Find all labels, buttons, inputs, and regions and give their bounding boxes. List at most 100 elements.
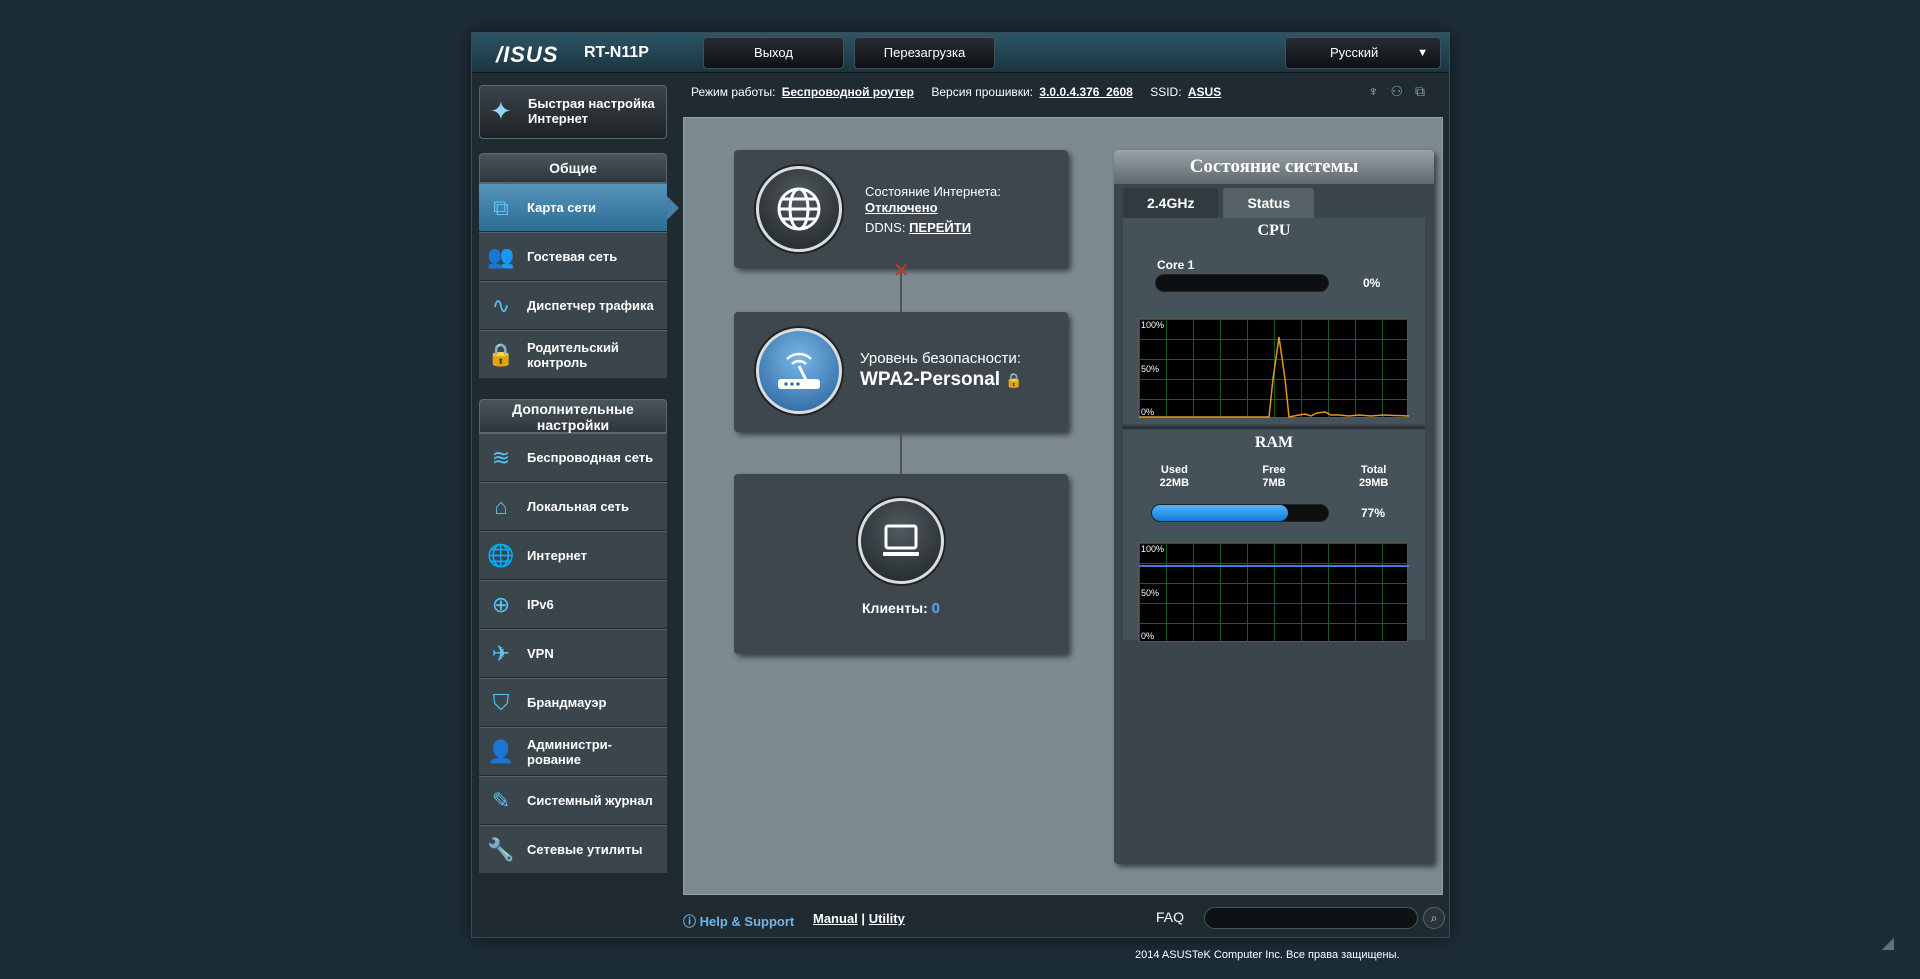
ipv6-icon: ⊕ bbox=[491, 592, 511, 617]
language-select[interactable]: Русский ▼ bbox=[1285, 37, 1441, 69]
sidebar-item-guest-network[interactable]: 👥 Гостевая сеть bbox=[479, 232, 667, 281]
network-map-icon: ⧉ bbox=[493, 195, 509, 220]
tab-2-4ghz[interactable]: 2.4GHz bbox=[1123, 188, 1219, 218]
network-tools-icon: 🔧 bbox=[487, 837, 515, 862]
computer-icon bbox=[883, 524, 919, 556]
help-support-label: Help & Support bbox=[699, 914, 795, 929]
sidebar-item-label: Системный журнал bbox=[527, 793, 653, 808]
sidebar-item-label: Гостевая сеть bbox=[527, 249, 618, 264]
clients-icon[interactable]: ⚇ bbox=[1390, 83, 1403, 100]
faq-label: FAQ bbox=[1156, 909, 1185, 925]
footer-links: Manual | Utility bbox=[813, 911, 905, 926]
internet-card[interactable]: Состояние Интернета: Отключено DDNS: ПЕР… bbox=[734, 150, 1068, 268]
core-percent: 0% bbox=[1363, 276, 1381, 290]
sidebar-item-network-map[interactable]: ⧉ Карта сети bbox=[479, 183, 679, 232]
sidebar-item-label: Администри-рование bbox=[527, 736, 612, 767]
system-status-panel: Состояние системы 2.4GHz Status CPU Core… bbox=[1114, 150, 1434, 864]
cpu-section: CPU Core 1 0% 100% 50% 0% bbox=[1123, 218, 1425, 424]
sidebar-item-globe[interactable]: 🌐 Интернет bbox=[479, 531, 667, 580]
sidebar-item-home-lan[interactable]: ⌂ Локальная сеть bbox=[479, 482, 667, 531]
globe-circle[interactable] bbox=[756, 166, 842, 252]
clients-circle[interactable] bbox=[858, 498, 944, 584]
logout-button[interactable]: Выход bbox=[703, 37, 844, 69]
sidebar-item-ipv6[interactable]: ⊕ IPv6 bbox=[479, 580, 667, 629]
faq-search-input[interactable] bbox=[1204, 907, 1418, 929]
usb-icon[interactable]: ♆ bbox=[1368, 83, 1379, 100]
cpu-graph: 100% 50% 0% bbox=[1138, 318, 1409, 418]
internet-status-link[interactable]: Отключено bbox=[865, 200, 938, 215]
firmware-link[interactable]: 3.0.0.4.376_2608 bbox=[1039, 85, 1132, 99]
clients-info: Клиенты: 0 bbox=[734, 600, 1068, 617]
search-icon[interactable]: ⌕ bbox=[1423, 907, 1445, 929]
router-circle[interactable] bbox=[756, 328, 842, 414]
tab-status[interactable]: Status bbox=[1223, 188, 1315, 218]
internet-info: Состояние Интернета: Отключено DDNS: ПЕР… bbox=[865, 184, 1001, 236]
vpn-icon: ✈ bbox=[491, 641, 511, 666]
free-label: Free bbox=[1262, 464, 1286, 476]
status-tabs: 2.4GHz Status bbox=[1123, 188, 1315, 218]
used-label: Used bbox=[1160, 464, 1188, 476]
general-menu: ⧉ Карта сети 👥 Гостевая сеть ∿ Диспетчер траф… bbox=[479, 183, 679, 379]
guest-network-icon: 👥 bbox=[487, 244, 515, 269]
sidebar-item-parental-lock[interactable]: 🔒 Родительский контроль bbox=[479, 330, 667, 379]
help-question-icon: ⓘ bbox=[683, 914, 697, 929]
cpu-title: CPU bbox=[1257, 222, 1291, 239]
sidebar-item-label: Локальная сеть bbox=[527, 499, 629, 514]
quick-setup-button[interactable]: ✦ Быстрая настройка Интернет bbox=[479, 85, 667, 139]
parental-lock-icon: 🔒 bbox=[487, 342, 515, 367]
reboot-button[interactable]: Перезагрузка bbox=[854, 37, 995, 69]
asus-logo: /ISUS bbox=[496, 42, 559, 67]
ram-bar bbox=[1151, 504, 1329, 522]
router-card[interactable]: Уровень безопасности: WPA2-Personal 🔒 bbox=[734, 312, 1068, 432]
clients-card[interactable]: Клиенты: 0 bbox=[734, 474, 1068, 654]
router-icon bbox=[778, 352, 820, 389]
sidebar-item-wireless[interactable]: ≋ Беспроводная сеть bbox=[479, 433, 667, 482]
sidebar-item-system-log[interactable]: ✎ Системный журнал bbox=[479, 776, 667, 825]
sidebar-item-admin-user[interactable]: 👤 Администри-рование bbox=[479, 727, 667, 776]
ram-title: RAM bbox=[1254, 434, 1294, 451]
sidebar-item-traffic-manager[interactable]: ∿ Диспетчер трафика bbox=[479, 281, 667, 330]
mode-link[interactable]: Беспроводной роутер bbox=[782, 85, 914, 99]
manual-link[interactable]: Manual bbox=[813, 911, 858, 926]
total-value: 29MB bbox=[1358, 477, 1389, 489]
chevron-down-icon: ▼ bbox=[1417, 47, 1428, 59]
firmware-label: Версия прошивки: bbox=[931, 85, 1034, 99]
language-value: Русский bbox=[1330, 45, 1379, 60]
sidebar-item-network-tools[interactable]: 🔧 Сетевые утилиты bbox=[479, 825, 667, 874]
sidebar-item-vpn[interactable]: ✈ VPN bbox=[479, 629, 667, 678]
firewall-shield-icon: ⛉ bbox=[492, 690, 510, 715]
general-section-header: Общие bbox=[479, 153, 667, 183]
sidebar-item-label: Карта сети bbox=[527, 200, 596, 215]
sidebar-item-firewall-shield[interactable]: ⛉ Брандмауэр bbox=[479, 678, 667, 727]
sidebar-item-label: Родительский контроль bbox=[527, 339, 619, 370]
security-info: Уровень безопасности: WPA2-Personal 🔒 bbox=[860, 350, 1023, 391]
top-bar: /ISUS RT-N11P Выход Перезагрузка Русский… bbox=[472, 33, 1449, 73]
total-label: Total bbox=[1360, 464, 1387, 476]
wireless-icon: ≋ bbox=[491, 445, 511, 470]
ram-stats: Used 22MB Free 7MB Total 29MB bbox=[1123, 464, 1425, 490]
system-log-icon: ✎ bbox=[491, 788, 511, 813]
clients-count[interactable]: 0 bbox=[932, 600, 940, 617]
advanced-menu: ≋ Беспроводная сеть ⌂ Локальная сеть 🌐 Интерн… bbox=[479, 433, 667, 874]
sidebar-item-label: Беспроводная сеть bbox=[527, 450, 654, 465]
windows-icon[interactable]: ⧉ bbox=[1415, 83, 1425, 100]
ddns-label: DDNS: bbox=[865, 220, 906, 235]
help-support-link[interactable]: ⓘ Help & Support bbox=[683, 911, 794, 930]
cpu-bar bbox=[1155, 274, 1329, 292]
magic-wand-icon: ✦ bbox=[490, 96, 512, 126]
ram-section: RAM Used 22MB Free 7MB Total 29MB 77% 100% … bbox=[1123, 430, 1425, 642]
connector-line bbox=[900, 432, 902, 474]
sidebar-item-label: VPN bbox=[527, 646, 554, 661]
free-value: 7MB bbox=[1262, 477, 1286, 489]
link-separator: | bbox=[861, 911, 866, 926]
mode-label: Режим работы: bbox=[691, 85, 776, 99]
footer: ⓘ Help & Support Manual | Utility FAQ ⌕ bbox=[683, 907, 1445, 931]
ssid-link[interactable]: ASUS bbox=[1188, 85, 1221, 99]
utility-link[interactable]: Utility bbox=[869, 911, 905, 926]
ddns-link[interactable]: ПЕРЕЙТИ bbox=[909, 220, 971, 235]
sidebar-item-label: IPv6 bbox=[527, 597, 554, 612]
corner-arrow-icon[interactable]: ◢ bbox=[1882, 933, 1894, 953]
globe-icon bbox=[777, 187, 821, 231]
ram-usage-line bbox=[1139, 565, 1409, 567]
router-admin-frame: /ISUS RT-N11P Выход Перезагрузка Русский… bbox=[471, 32, 1450, 938]
